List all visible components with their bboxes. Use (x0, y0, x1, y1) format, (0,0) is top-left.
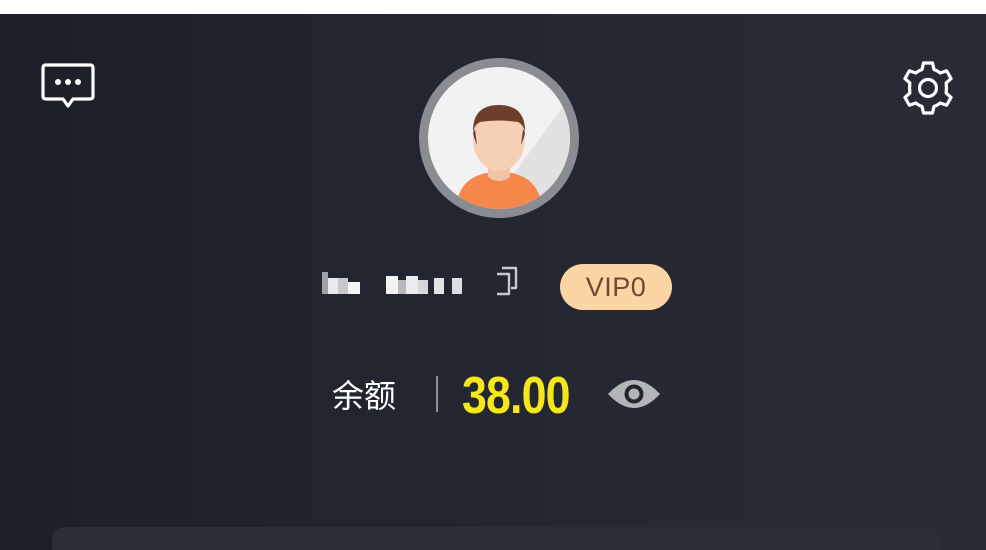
vip-level-badge: VIP0 (560, 264, 672, 310)
toggle-balance-visibility-button[interactable] (606, 376, 662, 412)
username-pixelated (322, 272, 462, 294)
username-row: VIP0 (322, 264, 682, 310)
balance-amount: 38.00 (462, 367, 570, 425)
message-button[interactable] (40, 62, 96, 112)
copy-username-button[interactable] (492, 264, 522, 298)
default-user-avatar (456, 97, 570, 209)
settings-button[interactable] (899, 59, 957, 117)
content-card (52, 527, 940, 550)
chat-bubble-icon (41, 63, 95, 108)
balance-row: 余额 38.00 (332, 364, 672, 425)
copy-icon (497, 266, 518, 296)
gear-icon (903, 61, 953, 115)
avatar-image (428, 67, 570, 209)
account-header-panel: VIP0 余额 38.00 (0, 14, 986, 550)
balance-label: 余额 (332, 377, 397, 415)
eye-icon (608, 380, 660, 408)
top-strip (0, 0, 986, 14)
avatar[interactable] (419, 58, 579, 218)
balance-divider (436, 376, 438, 412)
